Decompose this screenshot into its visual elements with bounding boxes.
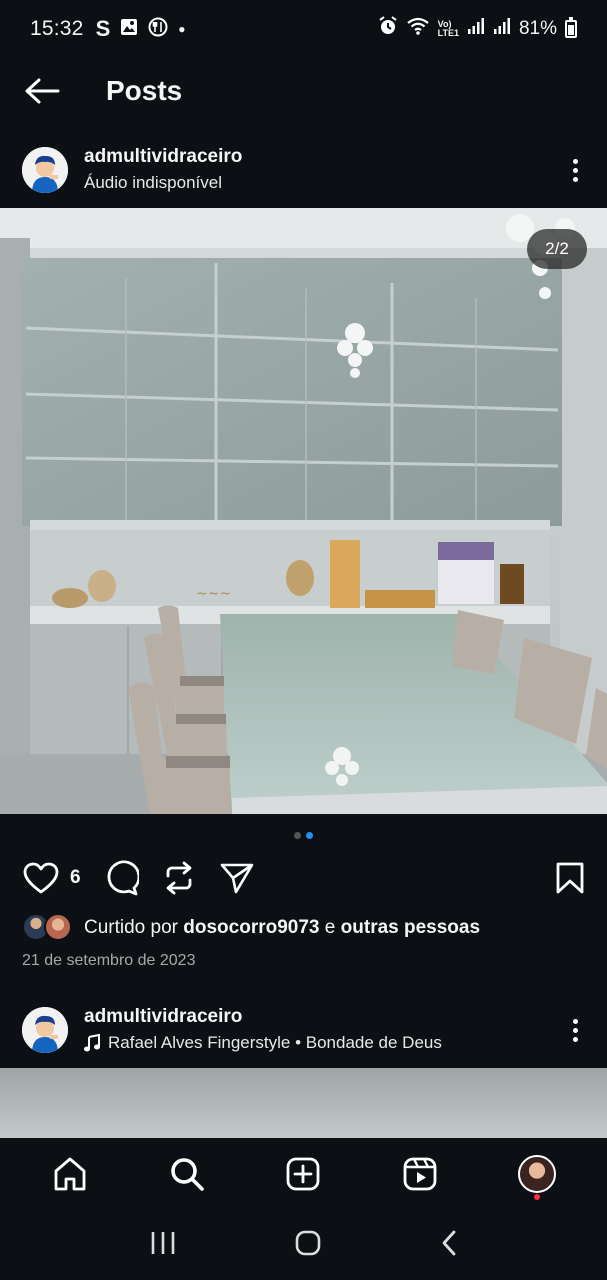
dot (572, 167, 578, 173)
signal-icon (467, 17, 485, 41)
bookmark-icon (556, 862, 584, 894)
nav-create[interactable] (273, 1144, 333, 1204)
system-back-button[interactable] (439, 1229, 459, 1262)
reels-icon (403, 1157, 437, 1191)
liker-avatars (22, 913, 74, 943)
battery-icon (565, 17, 577, 38)
avatar[interactable] (22, 1007, 68, 1053)
repost-icon (166, 861, 191, 895)
wifi-icon (406, 16, 430, 42)
comment-button[interactable] (103, 860, 139, 896)
dot (572, 1018, 578, 1024)
page-title: Posts (106, 75, 183, 106)
home-button-icon (295, 1230, 320, 1255)
like-count[interactable]: 6 (70, 867, 81, 889)
bottom-nav (0, 1138, 607, 1210)
battery-level: 81% (518, 18, 557, 39)
next-post-audio[interactable]: Rafael Alves Fingerstyle • Bondade de De… (108, 1030, 442, 1056)
carousel-indicator (0, 832, 607, 839)
more-options-button[interactable] (565, 155, 585, 185)
volte-icon: Vo) LTE1 (437, 19, 459, 38)
next-post-username[interactable]: admultividraceiro (84, 1004, 442, 1030)
page-header: Posts (0, 58, 607, 124)
notification-dot-icon: ● (178, 22, 186, 36)
carousel-dot-active (306, 832, 313, 839)
liked-by-prefix: Curtido por (84, 917, 178, 938)
profile-avatar (517, 1155, 556, 1193)
dot (572, 176, 578, 182)
nav-profile[interactable] (507, 1144, 567, 1204)
create-icon (287, 1157, 320, 1191)
recent-apps-icon (151, 1231, 174, 1254)
status-bar: 15:32 S ● Vo) LTE1 81% (0, 0, 607, 58)
status-time: 15:32 (30, 17, 84, 40)
liked-by-connector: e (324, 917, 336, 938)
repost-button[interactable] (163, 861, 195, 895)
gallery-icon (120, 18, 138, 41)
post-image[interactable]: ~~~ (0, 208, 607, 814)
signal-icon-2 (493, 17, 511, 41)
next-post-header: admultividraceiro Rafael Alves Fingersty… (0, 995, 607, 1065)
post-audio[interactable]: Áudio indisponível (84, 170, 222, 196)
post-username[interactable]: admultividraceiro (84, 144, 242, 170)
arrow-left-icon (25, 78, 60, 104)
back-icon (442, 1230, 455, 1255)
comment-icon (107, 860, 139, 896)
home-icon (54, 1157, 86, 1191)
svg-text:~~~: ~~~ (196, 586, 231, 602)
home-button[interactable] (294, 1229, 322, 1262)
share-button[interactable] (219, 862, 255, 894)
s-app-icon: S (95, 16, 111, 41)
nav-reels[interactable] (390, 1144, 450, 1204)
like-button[interactable] (22, 861, 60, 895)
next-post-image[interactable] (0, 1068, 607, 1138)
post-header: admultividraceiro Áudio indisponível (0, 135, 607, 205)
heart-icon (23, 862, 59, 894)
avatar[interactable] (22, 147, 68, 193)
liked-by-user[interactable]: dosocorro9073 (183, 917, 319, 939)
alarm-icon (378, 16, 398, 42)
search-icon (171, 1158, 204, 1191)
post-actions: 6 (0, 852, 607, 904)
nav-home[interactable] (40, 1144, 100, 1204)
carousel-counter: 2/2 (527, 229, 587, 269)
liker-avatar (44, 913, 72, 941)
dot (572, 1027, 578, 1033)
dot (572, 158, 578, 164)
more-options-button[interactable] (565, 1015, 585, 1045)
recent-apps-button[interactable] (149, 1230, 177, 1261)
dot (572, 1036, 578, 1042)
send-icon (220, 863, 253, 894)
notification-dot (533, 1194, 540, 1200)
liked-by[interactable]: Curtido por dosocorro9073 e outras pesso… (22, 910, 480, 946)
android-nav-bar (0, 1210, 607, 1280)
back-button[interactable] (22, 71, 62, 111)
music-note-icon (84, 1034, 100, 1052)
save-button[interactable] (555, 861, 585, 895)
food-app-icon (148, 17, 168, 42)
nav-search[interactable] (157, 1144, 217, 1204)
post-date: 21 de setembro de 2023 (22, 952, 196, 969)
liked-by-others[interactable]: outras pessoas (341, 917, 480, 939)
carousel-dot (294, 832, 301, 839)
